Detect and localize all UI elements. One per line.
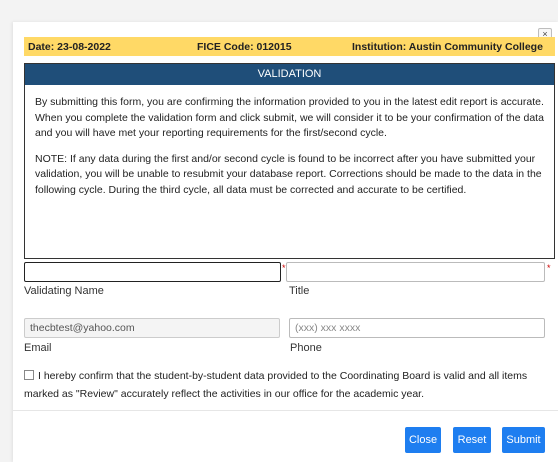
phone-field[interactable]: (xxx) xxx xxxx <box>289 318 545 338</box>
submit-button[interactable]: Submit <box>502 427 545 453</box>
footer-divider <box>13 410 558 411</box>
confirm-checkbox[interactable] <box>24 370 34 381</box>
required-marker: * <box>547 263 551 273</box>
info-bar: Date: 23-08-2022 FICE Code: 012015 Insti… <box>24 37 555 56</box>
validation-title: VALIDATION <box>25 64 554 85</box>
phone-label: Phone <box>290 342 322 354</box>
confirm-row: I hereby confirm that the student-by-stu… <box>24 367 549 403</box>
validation-paragraph: By submitting this form, you are confirm… <box>35 96 544 139</box>
title-label: Title <box>289 285 310 297</box>
title-input[interactable] <box>286 262 545 282</box>
phone-placeholder: (xxx) xxx xxxx <box>295 322 361 334</box>
validating-name-label: Validating Name <box>24 285 104 297</box>
required-marker: * <box>282 263 286 273</box>
date-text: Date: 23-08-2022 <box>28 41 111 53</box>
reset-button[interactable]: Reset <box>453 427 491 453</box>
email-field[interactable]: thecbtest@yahoo.com <box>24 318 280 338</box>
institution-text: Institution: Austin Community College <box>352 41 543 53</box>
fice-code-text: FICE Code: 012015 <box>197 41 292 53</box>
email-label: Email <box>24 342 52 354</box>
close-button[interactable]: Close <box>405 427 441 453</box>
validation-modal: × Date: 23-08-2022 FICE Code: 012015 Ins… <box>13 22 558 462</box>
validating-name-input[interactable] <box>24 262 281 282</box>
validation-note: NOTE: If any data during the first and/o… <box>35 152 542 196</box>
validation-panel: VALIDATION By submitting this form, you … <box>24 63 555 259</box>
validation-body: By submitting this form, you are confirm… <box>25 85 554 198</box>
confirm-text: I hereby confirm that the student-by-stu… <box>24 370 528 400</box>
